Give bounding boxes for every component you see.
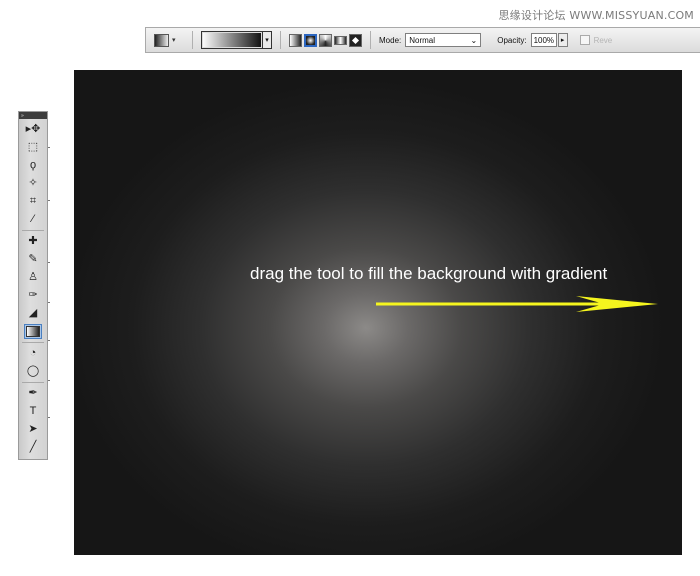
type-tool[interactable]: T [24,404,42,419]
path-selection-icon: ➤ [28,423,38,435]
opacity-label: Opacity: [497,35,527,45]
dodge-tool[interactable]: ◯ [24,364,42,379]
blur-icon: ◔ [29,347,37,359]
opacity-value: 100% [533,35,555,45]
gradient-preset-icon [154,33,169,47]
blur-tool[interactable]: ◔ [24,346,42,361]
linear-gradient-button[interactable] [289,33,302,47]
line-icon: ╱ [29,441,37,453]
pen-tool[interactable]: ✒ [24,386,42,401]
instruction-caption: drag the tool to fill the background wit… [250,264,608,283]
tick-mark [48,200,50,201]
pen-icon: ✒ [28,387,38,399]
tool-group-divider [22,230,44,231]
crop-tool[interactable]: ⌗ [24,194,42,209]
move-tool[interactable]: ▸✥ [24,122,42,137]
stamp-icon: ♙ [28,271,38,283]
opacity-slider-button[interactable]: ▸ [557,33,568,47]
gradient-type-group [289,33,362,47]
type-icon: T [29,405,37,417]
tool-group-divider [22,342,44,343]
watermark: 思缘设计论坛 WWW.MISSYUAN.COM [498,9,694,22]
brush-tool[interactable]: ✎ [24,252,42,267]
eraser-tool[interactable]: ◢ [24,306,42,321]
mode-value: Normal [409,35,436,45]
tick-mark [48,302,50,303]
marquee-icon: ⬚ [27,141,39,153]
drag-arrow [376,296,658,312]
divider [192,31,193,49]
diamond-gradient-button[interactable] [349,33,362,47]
tick-mark [48,340,50,341]
path-selection-tool[interactable]: ➤ [24,422,42,437]
gradient-editor-swatch[interactable] [201,31,263,49]
gradient-picker-dropdown[interactable]: ▾ [263,31,272,49]
shape-tool[interactable]: ╱ [24,440,42,455]
history-brush-tool[interactable]: ✑ [24,288,42,303]
reverse-checkbox[interactable] [579,35,590,45]
bandage-icon: ✚ [28,235,38,247]
clone-stamp-tool[interactable]: ♙ [24,270,42,285]
chevron-down-icon: ▾ [172,37,176,44]
reverse-label: Reve [593,35,613,45]
dodge-icon: ◯ [26,365,40,377]
tool-group-divider [22,382,44,383]
tool-preset-picker[interactable]: ▾ [154,31,184,49]
eyedropper-tool[interactable]: ⁄ [24,212,42,227]
tick-mark [48,417,50,418]
mode-select[interactable]: Normal ⌄ [405,33,482,47]
opacity-input[interactable]: 100% [530,33,557,47]
eraser-icon: ◢ [28,307,38,319]
quick-selection-tool[interactable]: ✧ [24,176,42,191]
move-icon: ▸✥ [25,123,41,135]
radial-gradient-button[interactable] [304,33,317,47]
angle-gradient-button[interactable] [319,33,332,47]
quick-selection-icon: ✧ [28,177,38,189]
tick-mark [48,262,50,263]
divider [280,31,281,49]
lasso-tool[interactable]: ϙ [24,158,42,173]
tick-mark [48,147,50,148]
tools-panel: » ▸✥ ⬚ ϙ ✧ ⌗ ⁄ ✚ ✎ ♙ ✑ ◢ ◔ ◯ ✒ T ➤ ╱ [18,111,48,460]
tools-list: ▸✥ ⬚ ϙ ✧ ⌗ ⁄ ✚ ✎ ♙ ✑ ◢ ◔ ◯ ✒ T ➤ ╱ [19,122,47,455]
history-brush-icon: ✑ [28,289,38,301]
divider [370,31,371,49]
gradient-tool[interactable] [24,324,42,339]
lasso-icon: ϙ [29,159,37,171]
panel-collapse-handle[interactable]: » [19,112,47,119]
chevron-down-icon: ⌄ [470,35,478,45]
healing-brush-tool[interactable]: ✚ [24,234,42,249]
marquee-tool[interactable]: ⬚ [24,140,42,155]
crop-icon: ⌗ [29,195,37,207]
eyedropper-icon: ⁄ [32,213,34,225]
options-bar: ▾ ▾ Mode: Normal ⌄ Opacity: 100% ▸ Reve [145,27,700,53]
document-canvas[interactable]: drag the tool to fill the background wit… [74,70,682,555]
reflected-gradient-button[interactable] [334,35,347,45]
mode-label: Mode: [379,35,402,45]
tick-mark [48,380,50,381]
brush-icon: ✎ [28,253,38,265]
gradient-icon [26,326,40,337]
